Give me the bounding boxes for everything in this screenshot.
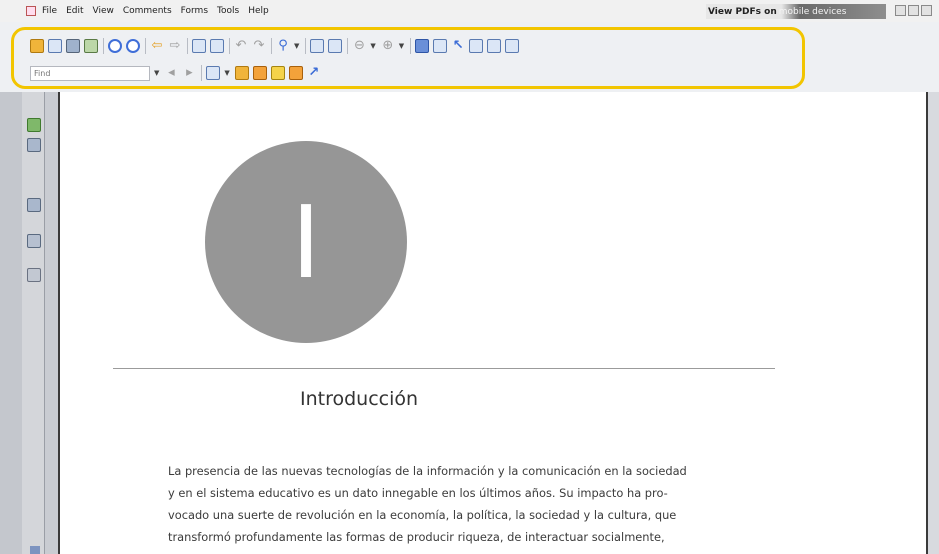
banner-text-light: mobile devices — [778, 6, 847, 17]
zoom-out-dropdown-icon[interactable]: ▼ — [370, 42, 375, 50]
fit-width-icon[interactable] — [328, 39, 343, 53]
highlight-text-icon[interactable] — [270, 66, 285, 80]
zoom-dropdown-icon[interactable]: ▼ — [294, 42, 299, 50]
menu-forms[interactable]: Forms — [181, 6, 208, 16]
toolbar-row-2: ▼ ◂ ▸ ▼ ↗ — [30, 63, 325, 83]
fit-page-icon[interactable] — [310, 39, 325, 53]
layers-panel-icon[interactable] — [27, 198, 41, 212]
minimize-icon[interactable] — [895, 5, 906, 16]
menu-comments[interactable]: Comments — [123, 6, 172, 16]
attach-file-icon[interactable] — [234, 66, 249, 80]
find-input[interactable] — [30, 65, 150, 81]
bookmarks-panel-icon[interactable] — [27, 138, 41, 152]
undo-icon[interactable]: ↶ — [234, 39, 248, 53]
toolbar-separator — [305, 38, 307, 54]
text-select-icon[interactable] — [433, 39, 448, 53]
toolbar-row-1: ⇦ ⇨ ↶ ↷ ⚲ ▼ ⊖ ▼ ⊕ ▼ ↖ — [30, 35, 523, 57]
back-arrow-icon[interactable]: ⇦ — [150, 39, 164, 53]
previous-page-icon[interactable] — [108, 39, 122, 53]
zoom-out-icon[interactable]: ⊖ — [352, 39, 366, 53]
horizontal-rule — [113, 368, 775, 369]
toolbar-separator — [271, 38, 272, 54]
toolbar-separator — [229, 38, 230, 54]
zoom-in-dropdown-icon[interactable]: ▼ — [399, 42, 404, 50]
paragraph-line: La presencia de las nuevas tecnologías d… — [168, 464, 687, 478]
pages-panel-icon[interactable] — [27, 118, 41, 132]
app-icon — [26, 6, 36, 16]
page-layout-icon[interactable] — [192, 39, 206, 53]
close-icon[interactable] — [921, 5, 932, 16]
toolbar-separator — [103, 38, 104, 54]
print-icon[interactable] — [66, 39, 80, 53]
zoom-in-icon[interactable]: ⊕ — [381, 39, 395, 53]
stamp-icon[interactable] — [288, 66, 303, 80]
menu-edit[interactable]: Edit — [66, 6, 83, 16]
paragraph-line: transformó profundamente las formas de p… — [168, 530, 665, 544]
rotate-page-icon[interactable] — [210, 39, 224, 53]
columns-view-icon[interactable] — [487, 39, 502, 53]
banner-text-dark: View PDFs on — [708, 6, 777, 17]
open-folder-icon[interactable] — [30, 39, 44, 53]
signatures-panel-icon[interactable] — [27, 234, 41, 248]
menu-help[interactable]: Help — [248, 6, 269, 16]
hand-tool-icon[interactable] — [415, 39, 430, 53]
navigation-pane — [22, 92, 45, 554]
chapter-number: I — [291, 183, 321, 301]
menu-file[interactable]: File — [42, 6, 57, 16]
select-arrow-icon[interactable]: ↖ — [451, 39, 465, 53]
body-paragraph: La presencia de las nuevas tecnologías d… — [168, 460, 778, 548]
sticky-note-icon[interactable] — [252, 66, 267, 80]
paragraph-line: y en el sistema educativo es un dato inn… — [168, 486, 668, 500]
toolbar-separator — [201, 65, 203, 81]
toolbar-separator — [347, 38, 349, 54]
arrow-tool-icon[interactable]: ↗ — [307, 66, 321, 80]
menu-tools[interactable]: Tools — [217, 6, 239, 16]
toolbar-separator — [145, 38, 146, 54]
toolbar-separator — [410, 38, 412, 54]
redo-icon[interactable]: ↷ — [252, 39, 266, 53]
next-page-icon[interactable] — [126, 39, 140, 53]
mobile-devices-banner[interactable]: View PDFs on mobile devices — [706, 4, 886, 19]
left-window-edge — [0, 92, 22, 554]
toolbar-separator — [187, 38, 188, 54]
find-binoculars-icon[interactable] — [469, 39, 484, 53]
find-next-icon[interactable]: ▸ — [182, 66, 196, 80]
find-previous-icon[interactable]: ◂ — [164, 66, 178, 80]
email-icon[interactable] — [84, 39, 98, 53]
zoom-icon[interactable]: ⚲ — [276, 39, 290, 53]
right-scroll-area[interactable] — [928, 92, 939, 554]
attachments-panel-icon[interactable] — [27, 268, 41, 282]
menu-view[interactable]: View — [93, 6, 114, 16]
status-icon — [30, 546, 40, 554]
forward-arrow-icon[interactable]: ⇨ — [168, 39, 182, 53]
save-icon[interactable] — [48, 39, 62, 53]
window-controls — [895, 5, 932, 16]
comment-tool-icon[interactable] — [206, 66, 221, 80]
section-heading: Introducción — [300, 388, 419, 410]
comment-dropdown-icon[interactable]: ▼ — [224, 69, 229, 77]
restore-icon[interactable] — [908, 5, 919, 16]
image-view-icon[interactable] — [505, 39, 520, 53]
paragraph-line: vocado una suerte de revolución en la ec… — [168, 508, 677, 522]
find-dropdown-icon[interactable]: ▼ — [154, 69, 159, 77]
